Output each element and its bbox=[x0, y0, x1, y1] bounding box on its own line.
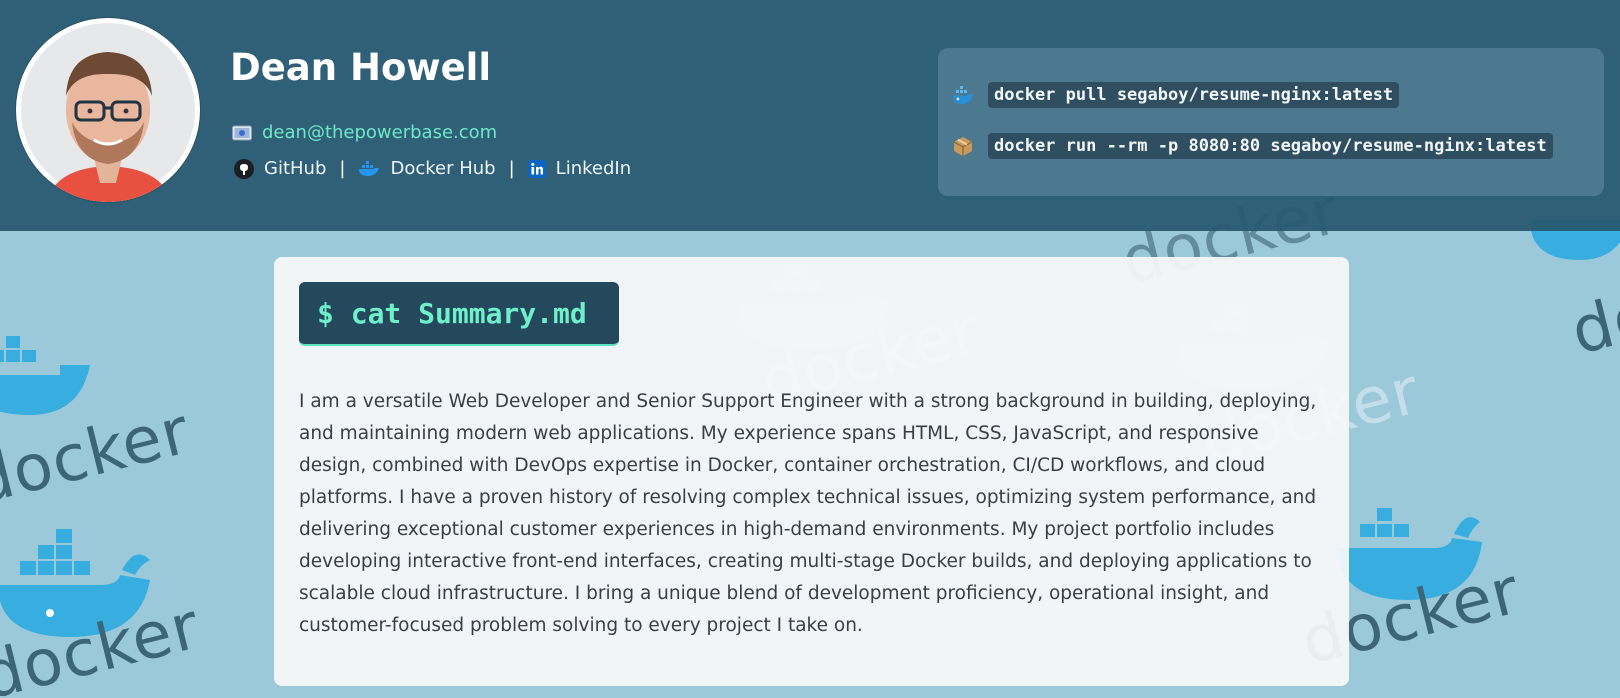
docker-pull-command[interactable]: docker pull segaboy/resume-nginx:latest bbox=[988, 82, 1400, 108]
profile-name: Dean Howell bbox=[230, 46, 492, 89]
github-link[interactable]: GitHub bbox=[234, 158, 326, 179]
docker-hub-link-label: Docker Hub bbox=[390, 158, 496, 179]
summary-heading: $ cat Summary.md bbox=[299, 282, 619, 346]
package-icon bbox=[953, 137, 973, 156]
docker-pull-row: docker pull segaboy/resume-nginx:latest bbox=[952, 82, 1400, 108]
docker-whale-icon bbox=[953, 86, 973, 104]
docker-icon bbox=[359, 160, 380, 176]
docker-run-command[interactable]: docker run --rm -p 8080:80 segaboy/resum… bbox=[988, 133, 1553, 159]
profile-header: Dean Howell dean@thepowerbase.com GitHub… bbox=[0, 0, 1620, 231]
profile-photo bbox=[16, 18, 200, 202]
summary-text: I am a versatile Web Developer and Senio… bbox=[299, 391, 1317, 636]
link-separator: | bbox=[339, 158, 346, 179]
linkedin-link-label: LinkedIn bbox=[555, 158, 632, 179]
avatar bbox=[16, 18, 200, 202]
github-icon bbox=[234, 158, 254, 179]
link-separator: | bbox=[508, 158, 515, 179]
linkedin-icon bbox=[527, 159, 546, 178]
docker-run-row: docker run --rm -p 8080:80 segaboy/resum… bbox=[952, 133, 1553, 159]
summary-card: $ cat Summary.md I am a versatile Web De… bbox=[274, 257, 1349, 686]
github-link-label: GitHub bbox=[264, 158, 327, 179]
linkedin-link[interactable]: LinkedIn bbox=[527, 158, 632, 179]
social-links: GitHub | Docker Hub | LinkedIn bbox=[234, 158, 631, 179]
docker-whale-icon bbox=[0, 336, 90, 415]
email-icon bbox=[232, 125, 252, 140]
docker-hub-link[interactable]: Docker Hub bbox=[358, 158, 496, 179]
email-link[interactable]: dean@thepowerbase.com bbox=[262, 122, 497, 143]
docker-commands-panel: docker pull segaboy/resume-nginx:latest … bbox=[938, 48, 1604, 196]
email-row: dean@thepowerbase.com bbox=[232, 122, 497, 143]
